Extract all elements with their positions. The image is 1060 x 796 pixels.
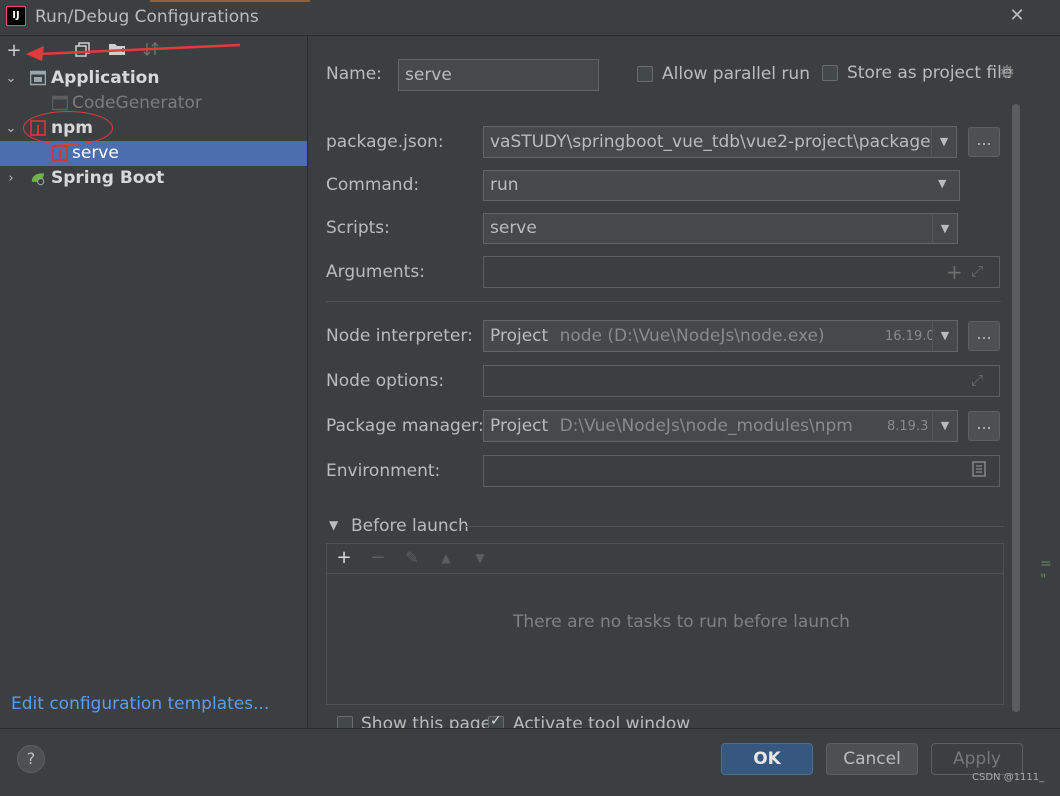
package-manager-version: 8.19.3 bbox=[887, 419, 929, 434]
tree-label-application: Application bbox=[51, 68, 160, 88]
node-interpreter-project: Project bbox=[490, 326, 549, 346]
move-down-icon[interactable]: ▼ bbox=[469, 547, 491, 569]
node-options-label: Node options: bbox=[326, 371, 445, 391]
move-up-icon[interactable]: ▲ bbox=[435, 547, 457, 569]
chevron-down-icon[interactable]: ⌄ bbox=[4, 116, 18, 141]
watermark: CSDN @1111_ bbox=[972, 772, 1045, 783]
scripts-input[interactable]: serve bbox=[483, 213, 933, 244]
name-label: Name: bbox=[326, 64, 382, 84]
window-title: Run/Debug Configurations bbox=[35, 7, 259, 27]
apply-button[interactable]: Apply bbox=[931, 743, 1023, 775]
arguments-input[interactable] bbox=[483, 256, 1000, 288]
document-icon[interactable] bbox=[972, 461, 986, 482]
package-manager-label: Package manager: bbox=[326, 416, 484, 436]
before-launch-label[interactable]: Before launch bbox=[351, 516, 469, 536]
chevron-down-icon[interactable]: ▼ bbox=[931, 126, 957, 158]
command-select[interactable]: run bbox=[483, 170, 960, 201]
package-manager-path: D:\Vue\NodeJs\node_modules\npm bbox=[559, 416, 853, 436]
command-label: Command: bbox=[326, 175, 420, 195]
gear-icon[interactable]: ⚙ bbox=[999, 62, 1015, 83]
environment-input[interactable] bbox=[483, 455, 1000, 487]
add-icon[interactable]: + bbox=[946, 260, 963, 284]
application-icon bbox=[30, 70, 46, 86]
chevron-down-icon[interactable]: ▼ bbox=[938, 177, 946, 190]
annotation-arrow bbox=[26, 43, 241, 61]
browse-node-interpreter-button[interactable]: ... bbox=[968, 321, 1000, 351]
node-interpreter-label: Node interpreter: bbox=[326, 326, 473, 346]
separator bbox=[326, 301, 1001, 302]
before-launch-empty-text: There are no tasks to run before launch bbox=[513, 612, 850, 632]
store-as-project-file-label: Store as project file bbox=[847, 63, 1013, 83]
intellij-app-icon: IJ bbox=[6, 6, 26, 26]
tree-group-application[interactable]: ⌄ Application bbox=[0, 66, 307, 91]
annotation-ellipse bbox=[23, 111, 113, 145]
node-options-input[interactable] bbox=[483, 365, 1000, 397]
browse-package-manager-button[interactable]: ... bbox=[968, 411, 1000, 441]
store-as-project-file-checkbox[interactable] bbox=[822, 65, 838, 81]
tree-label-codegenerator: CodeGenerator bbox=[72, 93, 202, 113]
before-launch-toolbar bbox=[327, 544, 1003, 574]
arguments-label: Arguments: bbox=[326, 262, 425, 282]
node-interpreter-version: 16.19.0 bbox=[885, 329, 935, 344]
close-icon[interactable]: ✕ bbox=[1005, 4, 1029, 28]
package-manager-project: Project bbox=[490, 416, 549, 436]
edit-icon[interactable]: ✎ bbox=[401, 547, 423, 569]
tree-label-serve: serve bbox=[72, 143, 119, 163]
chevron-down-icon[interactable]: ⌄ bbox=[4, 66, 18, 91]
environment-label: Environment: bbox=[326, 461, 441, 481]
vertical-scrollbar[interactable] bbox=[1012, 104, 1020, 712]
allow-parallel-run-label: Allow parallel run bbox=[662, 64, 810, 84]
tree-group-spring-boot[interactable]: › Spring Boot bbox=[0, 166, 307, 191]
node-interpreter-path: node (D:\Vue\NodeJs\node.exe) bbox=[559, 326, 825, 346]
chevron-down-icon[interactable]: ▼ bbox=[932, 410, 958, 442]
chevron-down-icon[interactable]: ▼ bbox=[932, 320, 958, 352]
expand-icon[interactable]: ⤢ bbox=[971, 262, 983, 280]
chevron-down-icon[interactable]: ▼ bbox=[329, 518, 338, 532]
help-button[interactable]: ? bbox=[17, 745, 45, 773]
edit-configuration-templates-link[interactable]: Edit configuration templates... bbox=[11, 694, 269, 714]
scripts-label: Scripts: bbox=[326, 218, 390, 238]
background-editor-fragment: = " bbox=[1040, 556, 1052, 588]
spring-boot-icon bbox=[31, 173, 45, 186]
chevron-down-icon[interactable]: ▼ bbox=[932, 213, 958, 244]
chevron-right-icon[interactable]: › bbox=[4, 166, 18, 191]
remove-icon[interactable]: − bbox=[367, 547, 389, 569]
npm-icon bbox=[52, 145, 68, 161]
tree-item-serve[interactable]: serve bbox=[0, 141, 307, 166]
ok-button[interactable]: OK bbox=[721, 743, 813, 775]
allow-parallel-run-checkbox[interactable] bbox=[637, 66, 653, 82]
node-interpreter-select[interactable]: Project node (D:\Vue\NodeJs\node.exe) bbox=[483, 320, 933, 352]
package-json-label: package.json: bbox=[326, 132, 444, 152]
cancel-button[interactable]: Cancel bbox=[826, 743, 918, 775]
browse-package-json-button[interactable]: ... bbox=[968, 127, 1000, 157]
background-editor-fragment bbox=[150, 0, 310, 2]
tree-label-spring-boot: Spring Boot bbox=[51, 168, 165, 188]
package-json-input[interactable]: vaSTUDY\springboot_vue_tdb\vue2-project\… bbox=[483, 126, 932, 158]
expand-icon[interactable]: ⤢ bbox=[971, 371, 983, 389]
application-icon bbox=[52, 95, 68, 111]
package-manager-select[interactable]: Project D:\Vue\NodeJs\node_modules\npm bbox=[483, 410, 933, 442]
add-icon[interactable]: + bbox=[333, 547, 355, 569]
separator bbox=[466, 526, 1004, 527]
name-input[interactable]: serve bbox=[398, 59, 599, 91]
